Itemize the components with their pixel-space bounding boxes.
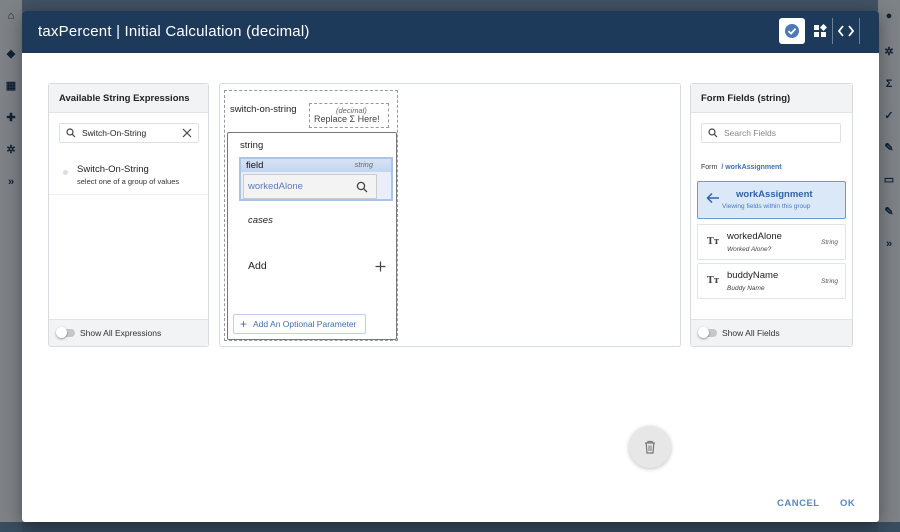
validate-button[interactable]: [779, 18, 805, 44]
string-block-label: string: [240, 140, 264, 151]
expression-search[interactable]: [59, 123, 199, 143]
ok-button[interactable]: OK: [840, 498, 855, 509]
replace-sigma-button[interactable]: Replace Σ Here!: [314, 114, 380, 124]
expression-description: select one of a group of values: [77, 177, 180, 186]
checkmark-icon: ✓: [884, 110, 894, 122]
delete-fab-button[interactable]: [629, 426, 671, 468]
dialog-title: taxPercent | Initial Calculation (decima…: [38, 23, 310, 40]
text-type-icon: Tт: [707, 276, 720, 286]
expression-search-input[interactable]: [82, 128, 178, 138]
field-item-label: Worked Alone?: [727, 246, 772, 253]
group-work-assignment[interactable]: workAssignment Viewing fields within thi…: [697, 181, 846, 219]
breadcrumb: Form / workAssignment: [701, 164, 782, 171]
field-item-type: String: [821, 239, 838, 246]
field-item-label: Buddy Name: [727, 285, 765, 292]
show-all-fields-label: Show All Fields: [722, 328, 780, 338]
home-icon: ⌂: [7, 10, 15, 22]
expressions-panel: Available String Expressions Switch-On-S…: [48, 83, 209, 347]
toggle-switch-icon[interactable]: [698, 327, 717, 338]
wrench-icon: ✎: [884, 142, 894, 154]
search-icon[interactable]: [356, 181, 368, 193]
field-value: workedAlone: [248, 181, 303, 192]
expressions-panel-title: Available String Expressions: [49, 84, 208, 113]
cases-label: cases: [248, 215, 273, 226]
field-parameter-block[interactable]: field string workedAlone: [239, 157, 393, 201]
switch-on-string-block[interactable]: switch-on-string (decimal) Replace Σ Her…: [224, 90, 398, 341]
add-case-row[interactable]: Add: [248, 260, 386, 272]
drag-handle-icon: [63, 170, 68, 175]
search-icon: [66, 128, 76, 138]
show-all-expressions-label: Show All Expressions: [80, 328, 162, 338]
widgets-icon: [814, 24, 827, 37]
expression-label: switch-on-string: [230, 104, 297, 115]
field-item-buddy-name[interactable]: Tт buddyName Buddy Name String: [697, 263, 846, 299]
clear-search-icon[interactable]: [182, 128, 192, 138]
dashboard-icon: ▦: [5, 80, 17, 92]
settings-icon: ✲: [6, 144, 16, 156]
field-parameter-header: field string: [241, 159, 391, 172]
field-value-input[interactable]: workedAlone: [243, 174, 377, 199]
dialog-header: taxPercent | Initial Calculation (decima…: [22, 11, 879, 53]
string-parameter-block: string field string workedAlone cases Ad…: [227, 132, 397, 340]
expression-editor-dialog: taxPercent | Initial Calculation (decima…: [22, 11, 879, 522]
field-search[interactable]: [701, 123, 841, 143]
field-item-type: String: [821, 278, 838, 285]
show-all-expressions-toggle[interactable]: Show All Expressions: [49, 319, 208, 346]
background-bottombar: [0, 522, 900, 532]
text-type-icon: Tт: [707, 237, 720, 247]
code-icon: [838, 25, 854, 37]
show-all-fields-toggle[interactable]: Show All Fields: [691, 319, 852, 346]
preview-icon: ▭: [883, 174, 895, 186]
blocks-view-button[interactable]: [807, 18, 833, 44]
gear-icon: ✲: [884, 46, 894, 58]
add-optional-parameter-button[interactable]: + Add An Optional Parameter: [233, 314, 366, 334]
expression-canvas: switch-on-string (decimal) Replace Σ Her…: [219, 83, 681, 347]
sigma-icon: Σ: [885, 78, 893, 90]
puzzle-icon: ✚: [6, 112, 16, 124]
field-parameter-type: string: [354, 160, 373, 169]
field-item-worked-alone[interactable]: Tт workedAlone Worked Alone? String: [697, 224, 846, 260]
field-item-name: buddyName: [727, 270, 779, 281]
background-right-rail: ● ✲ Σ ✓ ✎ ▭ ✎ »: [878, 0, 900, 532]
add-case-label: Add: [248, 260, 267, 272]
expression-name: Switch-On-String: [77, 164, 149, 175]
expand-right-icon: »: [885, 238, 893, 250]
result-drop-zone[interactable]: (decimal) Replace Σ Here!: [309, 103, 389, 128]
expand-icon: »: [7, 176, 15, 188]
code-view-button[interactable]: [832, 18, 860, 44]
form-fields-panel: Form Fields (string) Form / workAssignmen…: [690, 83, 853, 347]
group-name: workAssignment: [736, 189, 813, 200]
cancel-button[interactable]: CANCEL: [777, 498, 820, 509]
expression-item-switch-on-string[interactable]: Switch-On-String select one of a group o…: [49, 158, 208, 195]
field-item-name: workedAlone: [727, 231, 782, 242]
group-subtitle: Viewing fields within this group: [722, 203, 811, 210]
background-left-rail: ⌂ ◆ ▦ ✚ ✲ »: [0, 0, 22, 532]
account-icon: ●: [885, 10, 893, 22]
field-search-input[interactable]: [724, 128, 820, 138]
form-fields-panel-title: Form Fields (string): [691, 84, 852, 113]
arrow-back-icon[interactable]: [706, 192, 720, 204]
breadcrumb-segment[interactable]: / workAssignment: [721, 164, 781, 171]
toggle-switch-icon[interactable]: [56, 327, 75, 338]
check-circle-icon: [785, 24, 799, 38]
plus-icon[interactable]: [375, 261, 386, 272]
edit-icon: ✎: [884, 206, 894, 218]
field-parameter-label: field: [246, 160, 264, 171]
breadcrumb-root[interactable]: Form: [701, 164, 717, 171]
plus-icon: +: [240, 317, 248, 331]
layers-icon: ◆: [6, 48, 16, 60]
search-icon: [708, 128, 718, 138]
add-optional-parameter-label: Add An Optional Parameter: [253, 319, 357, 329]
trash-icon: [645, 440, 655, 454]
